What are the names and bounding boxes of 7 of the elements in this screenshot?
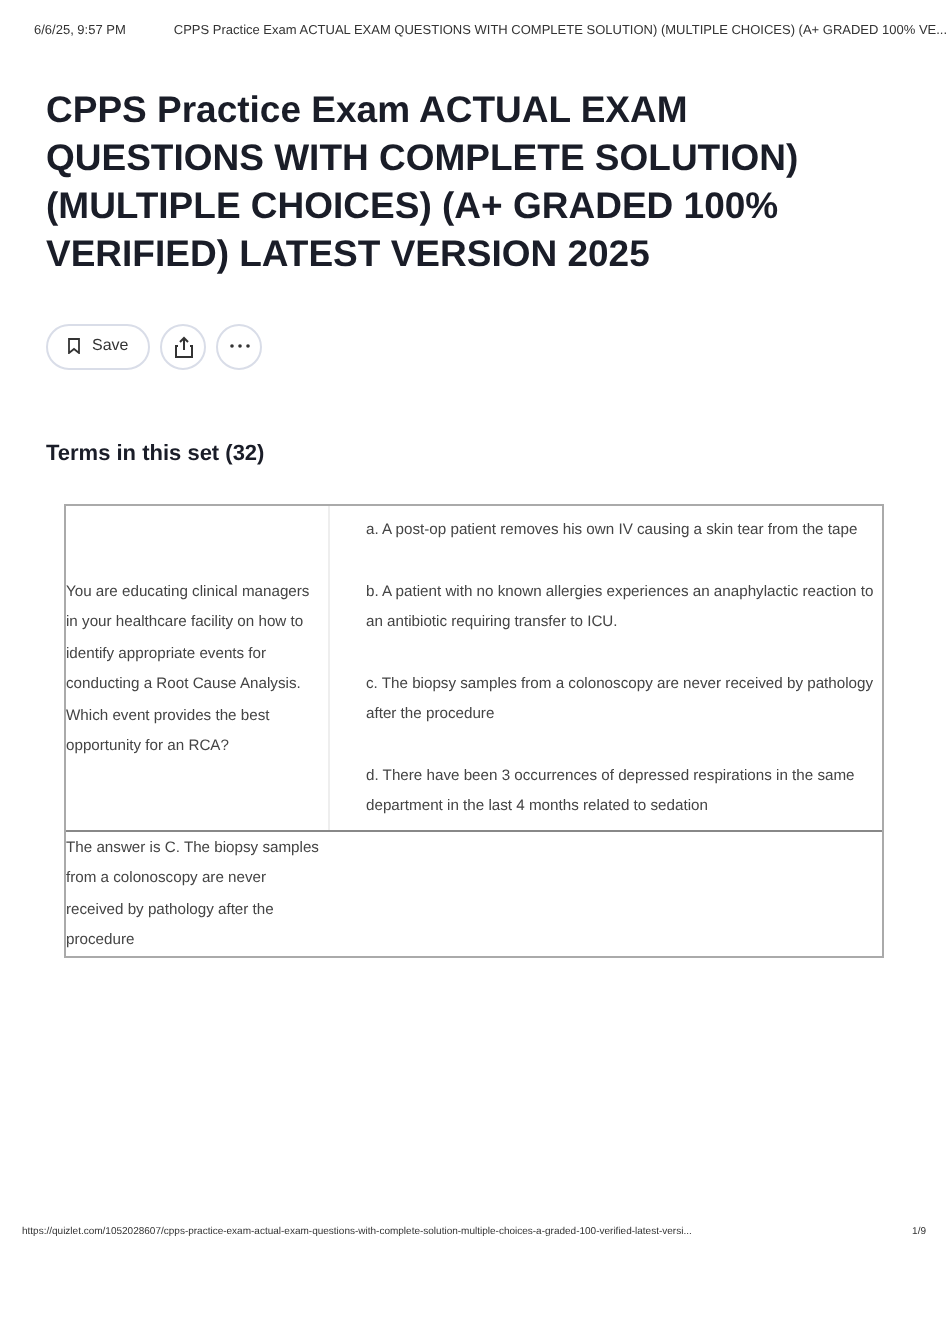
share-button[interactable] (160, 323, 207, 370)
save-button[interactable]: Save (46, 323, 151, 370)
terms-heading: Terms in this set (32) (46, 439, 267, 470)
share-icon (173, 335, 194, 358)
page-heading: CPPS Practice Exam ACTUAL EXAM QUESTIONS WITH COMPLETE SOLUTION) (MULTIPLE CHOICES) (A+ GRADED 100% VERIFIED) LATEST VERSION 2025 (46, 85, 801, 278)
bookmark-icon (68, 338, 80, 355)
more-icon (229, 344, 250, 349)
